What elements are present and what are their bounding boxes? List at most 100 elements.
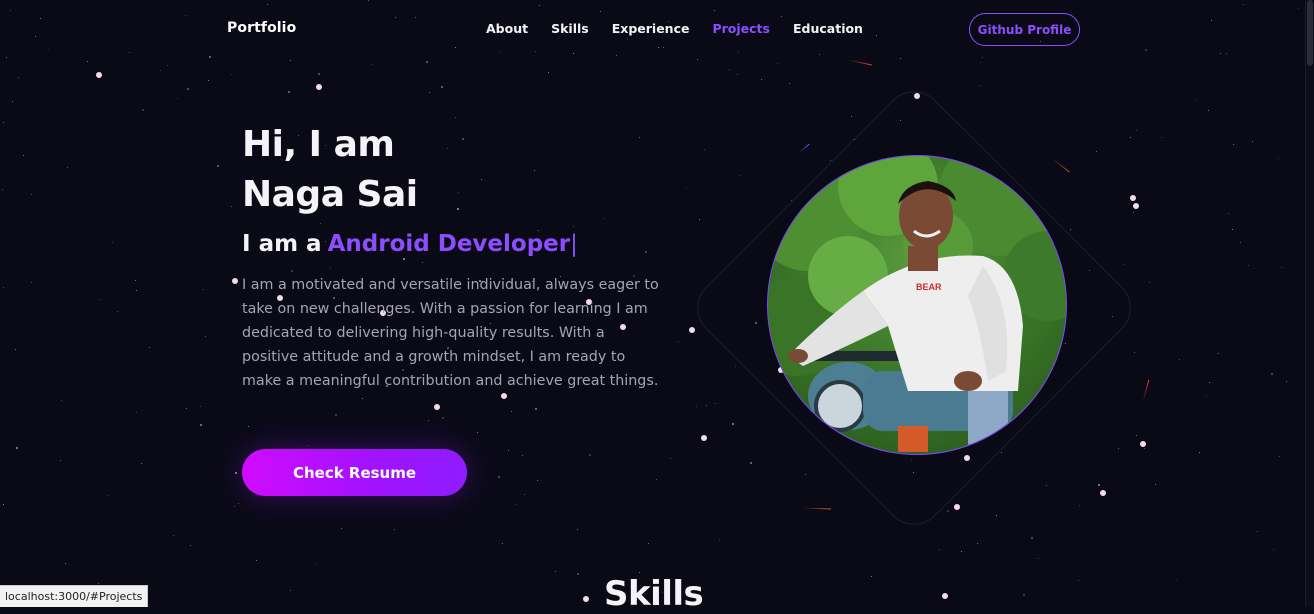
star [177,98,178,99]
star [60,460,61,461]
star [290,60,291,61]
nav-link-projects[interactable]: Projects [712,21,770,36]
star [31,194,32,195]
star [715,403,716,404]
nav-links: About Skills Experience Projects Educati… [486,21,886,36]
star [1218,353,1219,354]
star [428,420,429,421]
star [501,393,507,399]
star [805,474,806,475]
star [1278,158,1279,159]
star [1232,229,1233,230]
check-resume-button[interactable]: Check Resume [242,449,467,496]
star [737,74,738,75]
star [1133,203,1139,209]
star [1196,100,1197,101]
star [291,270,293,272]
star [979,85,980,86]
star [639,137,640,138]
browser-status-bar: localhost:3000/#Projects [0,585,149,607]
nav-link-education[interactable]: Education [793,21,863,36]
star [750,462,752,464]
star [96,72,102,78]
star [16,447,18,449]
star [1123,264,1124,265]
hero-role-line: I am a Android Developer| [242,231,578,257]
star [729,69,730,70]
star [422,262,423,263]
role-prefix: I am a [242,231,322,257]
star [31,282,32,283]
star [555,571,556,572]
star [1023,594,1025,596]
star [320,223,321,224]
star [1208,110,1209,111]
star [1199,452,1200,453]
star [701,435,707,441]
star [457,208,459,210]
scrollbar[interactable] [1305,0,1314,607]
star [515,504,516,505]
star [98,583,99,584]
star [208,80,209,81]
star [112,242,113,243]
profile-photo-illustration: BEAR [768,156,1066,454]
star [455,117,456,118]
star [1140,441,1146,447]
star [1130,137,1131,138]
shooting-star [848,59,872,66]
star [704,149,705,150]
star [149,347,150,348]
star [1279,456,1280,457]
star [1228,213,1229,214]
star [577,529,578,530]
star [732,423,734,425]
nav-link-experience[interactable]: Experience [612,21,690,36]
star [434,404,440,410]
star [442,417,444,419]
star [316,84,322,90]
hero-name: Naga Sai [242,174,418,215]
star [290,590,291,591]
star [656,479,657,480]
github-profile-button[interactable]: Github Profile [969,13,1080,46]
star [1144,448,1145,449]
brand-logo[interactable]: Portfolio [227,20,296,36]
star [203,289,204,290]
nav-link-skills[interactable]: Skills [551,21,589,36]
star [136,412,137,413]
star [573,226,574,227]
star [403,258,405,260]
star [699,219,700,220]
star [1233,144,1234,145]
star [1130,195,1136,201]
star [735,366,736,367]
star [441,86,443,88]
star [1179,359,1180,360]
star [481,179,482,180]
star [429,92,430,93]
star [1252,141,1253,142]
star [18,77,19,78]
skills-section-heading: Skills [604,574,704,614]
star [426,61,428,63]
star [99,299,100,300]
star [1209,382,1210,383]
star [706,405,707,406]
star [534,170,535,171]
star [1001,452,1002,453]
star [524,494,525,495]
star [789,83,790,84]
nav-link-about[interactable]: About [486,21,528,36]
star [1133,212,1134,213]
star [1136,435,1137,436]
hero-title: Hi, I am Naga Sai [242,120,418,220]
star [15,349,16,350]
star [977,543,978,544]
star [330,267,331,268]
scrollbar-thumb[interactable] [1307,0,1313,66]
star [136,290,137,291]
star [288,91,290,93]
star [477,432,478,433]
star [362,398,363,399]
